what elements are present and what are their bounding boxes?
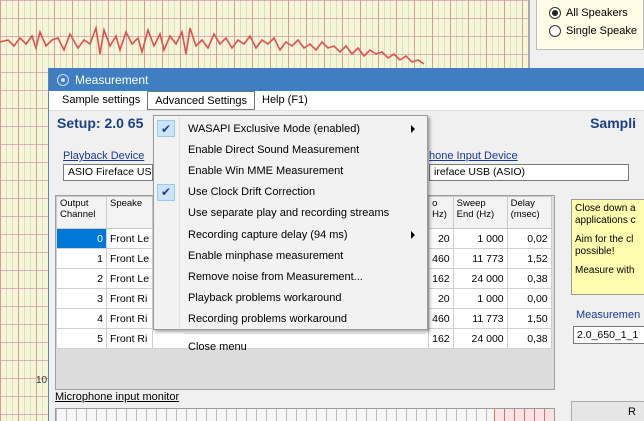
checkmark-icon: ✔	[157, 183, 175, 201]
radio-all-speakers[interactable]: All Speakers	[549, 4, 643, 22]
menu-advanced-settings[interactable]: Advanced Settings	[147, 91, 255, 110]
channel-cell[interactable]: 3	[56, 288, 107, 309]
speaker-cell[interactable]: Front Ri	[105, 328, 154, 349]
sweep-start-cell[interactable]: 460	[428, 308, 454, 329]
sweep-end-cell[interactable]: 11 773	[452, 248, 508, 269]
menu-item-label: Enable Win MME Measurement	[188, 164, 344, 177]
channel-cell[interactable]: 0	[56, 228, 107, 249]
menu-item[interactable]: Remove noise from Measurement...	[154, 266, 427, 287]
channel-cell[interactable]: 5	[56, 328, 107, 349]
delay-cell[interactable]: 1,52	[506, 248, 552, 269]
note-line: applications c	[575, 215, 636, 226]
speaker-cell[interactable]: Front Ri	[105, 288, 154, 309]
menu-item[interactable]: Use separate play and recording streams	[154, 203, 427, 224]
radio-selected-icon	[549, 7, 561, 19]
advanced-settings-dropdown: ✔ WASAPI Exclusive Mode (enabled) Enable D…	[153, 115, 428, 353]
graph-axis-label: 10	[36, 375, 48, 386]
submenu-arrow-icon	[411, 230, 415, 239]
delay-cell[interactable]: 0,00	[506, 288, 552, 309]
measurement-name-label: Measuremen	[576, 309, 641, 321]
col-sweep-end: Sweep End (Hz)	[452, 196, 508, 229]
sweep-start-cell[interactable]: 162	[428, 268, 454, 289]
menu-item[interactable]: Enable Direct Sound Measurement	[154, 139, 427, 160]
channel-cell[interactable]: 4	[56, 308, 107, 329]
mic-device-select[interactable]: ireface USB (ASIO)	[429, 164, 629, 181]
mic-monitor-label: Microphone input monitor	[55, 391, 180, 403]
menu-item-label: Enable minphase measurement	[188, 249, 344, 262]
sampling-title: Sampli	[590, 115, 636, 131]
speaker-cell[interactable]: Front Le	[105, 228, 154, 249]
menu-item[interactable]: ✔ Use Clock Drift Correction	[154, 182, 427, 203]
menu-item-close-menu[interactable]: Close menu	[154, 337, 427, 358]
notes-panel: Close down a applications c Aim for the …	[571, 199, 644, 295]
speaker-cell[interactable]: Front Le	[105, 248, 154, 269]
mic-device-link[interactable]: hone Input Device	[429, 150, 518, 162]
mic-level-peak-zone	[494, 409, 554, 421]
delay-cell[interactable]: 0,38	[506, 268, 552, 289]
menu-item[interactable]: Recording problems workaround	[154, 309, 427, 330]
menu-bar: Sample settings Advanced Settings Help (…	[49, 91, 644, 111]
menu-item-label: WASAPI Exclusive Mode (enabled)	[188, 122, 360, 135]
radio-single-speaker[interactable]: Single Speake	[549, 22, 643, 40]
app-icon	[57, 73, 69, 86]
sweep-start-cell[interactable]: 162	[428, 328, 454, 349]
speaker-cell[interactable]: Front Ri	[105, 308, 154, 329]
checkmark-icon: ✔	[157, 120, 175, 137]
playback-device-link[interactable]: Playback Device	[63, 150, 144, 162]
menu-item-label: Remove noise from Measurement...	[188, 270, 363, 283]
menu-item[interactable]: Enable Win MME Measurement	[154, 160, 427, 181]
delay-cell[interactable]: 0,02	[506, 228, 552, 249]
delay-cell[interactable]: 0,38	[506, 328, 552, 349]
menu-separator	[184, 332, 425, 334]
channel-cell[interactable]: 1	[56, 248, 107, 269]
submenu-arrow-icon	[411, 125, 415, 133]
radio-label: Single Speake	[566, 25, 637, 37]
delay-cell[interactable]: 1,50	[506, 308, 552, 329]
note-line: Close down a	[575, 203, 636, 214]
menu-help[interactable]: Help (F1)	[255, 91, 315, 110]
note-line: Aim for the cl	[575, 234, 634, 245]
menu-item-label: Use Clock Drift Correction	[188, 186, 316, 199]
sweep-end-cell[interactable]: 1 000	[452, 288, 508, 309]
menu-item[interactable]: ✔ WASAPI Exclusive Mode (enabled)	[154, 118, 427, 139]
radio-label: All Speakers	[566, 7, 628, 19]
col-delay: Delay (msec)	[506, 196, 552, 229]
menu-item-label: Recording problems workaround	[188, 313, 347, 326]
sweep-start-cell[interactable]: 460	[428, 248, 454, 269]
title-bar[interactable]: Measurement	[49, 68, 644, 91]
sweep-start-cell[interactable]: 20	[428, 228, 454, 249]
sweep-start-cell[interactable]: 20	[428, 288, 454, 309]
col-sweep-start: o Hz)	[428, 196, 454, 229]
note-line: Measure with	[575, 265, 635, 276]
menu-item-label: Close menu	[188, 341, 247, 354]
channel-cell[interactable]: 2	[56, 268, 107, 289]
menu-item[interactable]: Enable minphase measurement	[154, 245, 427, 266]
menu-sample-settings[interactable]: Sample settings	[55, 91, 147, 110]
menu-item-label: Playback problems workaround	[188, 292, 342, 305]
sweep-end-cell[interactable]: 1 000	[452, 228, 508, 249]
measurement-name-input[interactable]: 2.0_650_1_1	[573, 326, 644, 344]
col-speaker: Speake	[105, 196, 154, 229]
playback-device-select[interactable]: ASIO Fireface USB	[63, 164, 153, 181]
setup-title: Setup: 2.0 65	[57, 115, 144, 131]
menu-item[interactable]: Recording capture delay (94 ms)	[154, 224, 427, 245]
menu-item-label: Enable Direct Sound Measurement	[188, 143, 360, 156]
sweep-end-cell[interactable]: 24 000	[452, 328, 508, 349]
col-output-channel: Output Channel	[56, 196, 107, 229]
menu-item-label: Use separate play and recording streams	[188, 207, 390, 220]
speaker-cell[interactable]: Front Le	[105, 268, 154, 289]
sweep-end-cell[interactable]: 24 000	[452, 268, 508, 289]
note-line: possible!	[575, 246, 615, 257]
run-button[interactable]: R	[571, 401, 644, 421]
radio-unselected-icon	[549, 25, 561, 37]
speaker-selection: All Speakers Single Speake	[536, 0, 644, 50]
menu-item[interactable]: Playback problems workaround	[154, 288, 427, 309]
menu-item-label: Recording capture delay (94 ms)	[188, 228, 348, 241]
window-title: Measurement	[75, 72, 149, 87]
sweep-end-cell[interactable]: 11 773	[452, 308, 508, 329]
mic-level-meter	[55, 408, 555, 421]
